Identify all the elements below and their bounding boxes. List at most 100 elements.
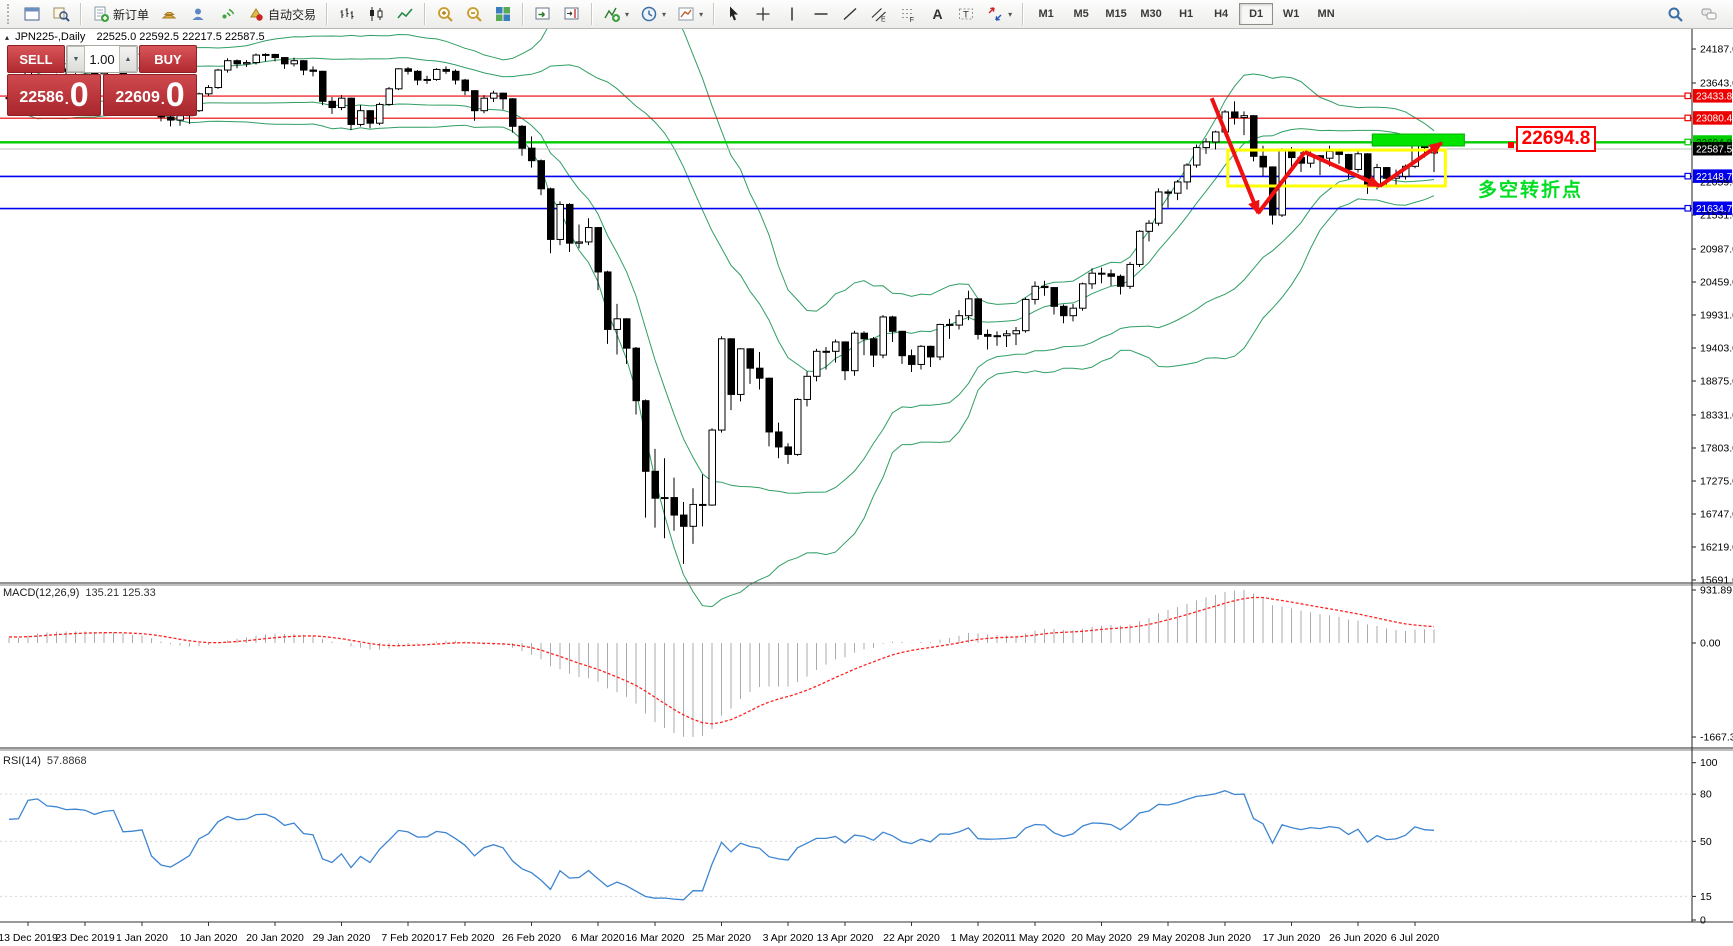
date-label: 3 Apr 2020 <box>763 932 814 944</box>
toolbar-separator <box>522 3 524 25</box>
volume-decrease-button[interactable]: ▼ <box>67 46 85 72</box>
timeframe-mn-button[interactable]: MN <box>1309 3 1343 25</box>
market-depth-button[interactable] <box>155 1 183 27</box>
horizontal-line-button[interactable] <box>807 1 835 27</box>
toolbar-separator <box>326 3 328 25</box>
chart-shift-button[interactable] <box>558 1 586 27</box>
arrow-up-icon: ▲ <box>125 56 132 63</box>
macd-panel <box>9 590 1696 737</box>
date-label: 13 Dec 2019 <box>0 932 58 944</box>
timeframe-m15-button[interactable]: M15 <box>1099 3 1133 25</box>
timeframe-d1-button[interactable]: D1 <box>1239 3 1273 25</box>
arrows-button[interactable]: ▾ <box>981 1 1017 27</box>
cursor-button[interactable] <box>720 1 748 27</box>
chart-title-symbol: JPN225-,Daily <box>15 31 85 43</box>
signals-icon <box>218 5 236 23</box>
arrow-down-icon: ▼ <box>73 56 80 63</box>
rsi-tick-label: 100 <box>1700 757 1718 769</box>
line-chart-button[interactable] <box>391 1 419 27</box>
collapse-panel-icon[interactable]: ▴ <box>5 33 9 42</box>
timeframe-m30-button[interactable]: M30 <box>1134 3 1168 25</box>
sell-price-dot: . <box>65 85 69 113</box>
crosshair-button[interactable] <box>749 1 777 27</box>
bollinger-bands <box>9 3 1434 607</box>
indicators-icon <box>603 5 621 23</box>
chat-button[interactable] <box>1695 1 1723 27</box>
volume-increase-button[interactable]: ▲ <box>119 46 137 72</box>
volume-box: ▼ ▲ <box>66 45 138 73</box>
date-label: 26 Feb 2020 <box>502 932 561 944</box>
price-badge: 22587.5 <box>1696 144 1733 155</box>
vertical-line-button[interactable] <box>778 1 806 27</box>
periods-button[interactable]: ▾ <box>635 1 671 27</box>
profiles-button[interactable] <box>47 1 75 27</box>
chart-window[interactable]: 24187.023643.022059.021531.020987.020459… <box>0 0 1733 946</box>
toolbar-separator <box>591 3 593 25</box>
bar-chart-button[interactable] <box>333 1 361 27</box>
timeframe-h1-button[interactable]: H1 <box>1169 3 1203 25</box>
chevron-down-icon[interactable]: ▾ <box>1008 10 1012 19</box>
price-tick-label: 16219.0 <box>1700 542 1733 554</box>
text-label-button[interactable]: T <box>952 1 980 27</box>
turning-point-note[interactable]: 多空转折点 <box>1478 175 1583 202</box>
templates-icon <box>677 5 695 23</box>
cursor-icon <box>725 5 743 23</box>
timeframe-m1-button[interactable]: M1 <box>1029 3 1063 25</box>
price-badge: 21634.7 <box>1696 204 1733 215</box>
horizontal-line-icon <box>812 5 830 23</box>
timeframe-m5-button[interactable]: M5 <box>1064 3 1098 25</box>
sell-price-base: 22586 <box>19 83 64 113</box>
chevron-down-icon[interactable]: ▾ <box>699 10 703 19</box>
horizontal-lines <box>0 96 1692 208</box>
fibonacci-button[interactable]: F <box>894 1 922 27</box>
profiles-icon <box>52 5 70 23</box>
timeframe-h4-button[interactable]: H4 <box>1204 3 1238 25</box>
macd-tick-label: 931.89 <box>1700 585 1732 597</box>
candle-chart-button[interactable] <box>362 1 390 27</box>
indicators-button[interactable]: ▾ <box>598 1 634 27</box>
zoom-out-button[interactable] <box>460 1 488 27</box>
rsi-indicator-label: RSI(14)57.8868 <box>3 755 87 767</box>
price-annotation-box[interactable]: 22694.8 <box>1516 126 1596 152</box>
annotation-anchor <box>1508 142 1514 148</box>
timeframe-w1-button[interactable]: W1 <box>1274 3 1308 25</box>
svg-text:E: E <box>881 17 886 24</box>
green-resistance-box <box>1372 134 1464 146</box>
macd-values: 135.21 125.33 <box>85 587 155 599</box>
trendline-button[interactable] <box>836 1 864 27</box>
chevron-down-icon[interactable]: ▾ <box>662 10 666 19</box>
sell-button[interactable]: SELL <box>7 45 65 73</box>
periods-icon <box>640 5 658 23</box>
text-icon: A <box>928 5 946 23</box>
templates-button[interactable]: ▾ <box>672 1 708 27</box>
chart-canvas[interactable]: 24187.023643.022059.021531.020987.020459… <box>0 0 1733 946</box>
buy-price[interactable]: 22609.0 <box>103 74 197 116</box>
new-order-label: 新订单 <box>113 6 149 23</box>
volume-input[interactable] <box>85 46 119 72</box>
new-window-icon <box>23 5 41 23</box>
mt4-window: 新订单 自动交易 ▾ ▾ ▾ E FAT ▾ M1M5M15M30H1H4D1W1MN 2418… <box>0 0 1733 946</box>
mql-community-button[interactable] <box>184 1 212 27</box>
chevron-down-icon[interactable]: ▾ <box>625 10 629 19</box>
auto-scroll-button[interactable] <box>529 1 557 27</box>
buy-button[interactable]: BUY <box>139 45 197 73</box>
rsi-tick-label: 15 <box>1700 891 1712 903</box>
date-label: 26 Jun 2020 <box>1329 932 1387 944</box>
sell-price[interactable]: 22586.0 <box>7 74 101 116</box>
chat-icon <box>1700 5 1718 23</box>
equidistant-channel-button[interactable]: E <box>865 1 893 27</box>
new-order-button[interactable]: 新订单 <box>87 1 154 27</box>
auto-trading-button[interactable]: 自动交易 <box>242 1 321 27</box>
text-button[interactable]: A <box>923 1 951 27</box>
buy-price-dot: . <box>161 85 165 113</box>
tile-windows-button[interactable] <box>489 1 517 27</box>
new-window-button[interactable] <box>18 1 46 27</box>
mql-community-icon <box>189 5 207 23</box>
price-tick-label: 20459.0 <box>1700 277 1733 289</box>
zoom-in-button[interactable] <box>431 1 459 27</box>
price-tick-label: 24187.0 <box>1700 44 1733 56</box>
signals-button[interactable] <box>213 1 241 27</box>
search-button[interactable] <box>1661 1 1689 27</box>
chart-shift-icon <box>563 5 581 23</box>
sell-price-big-digit: 0 <box>70 77 89 113</box>
